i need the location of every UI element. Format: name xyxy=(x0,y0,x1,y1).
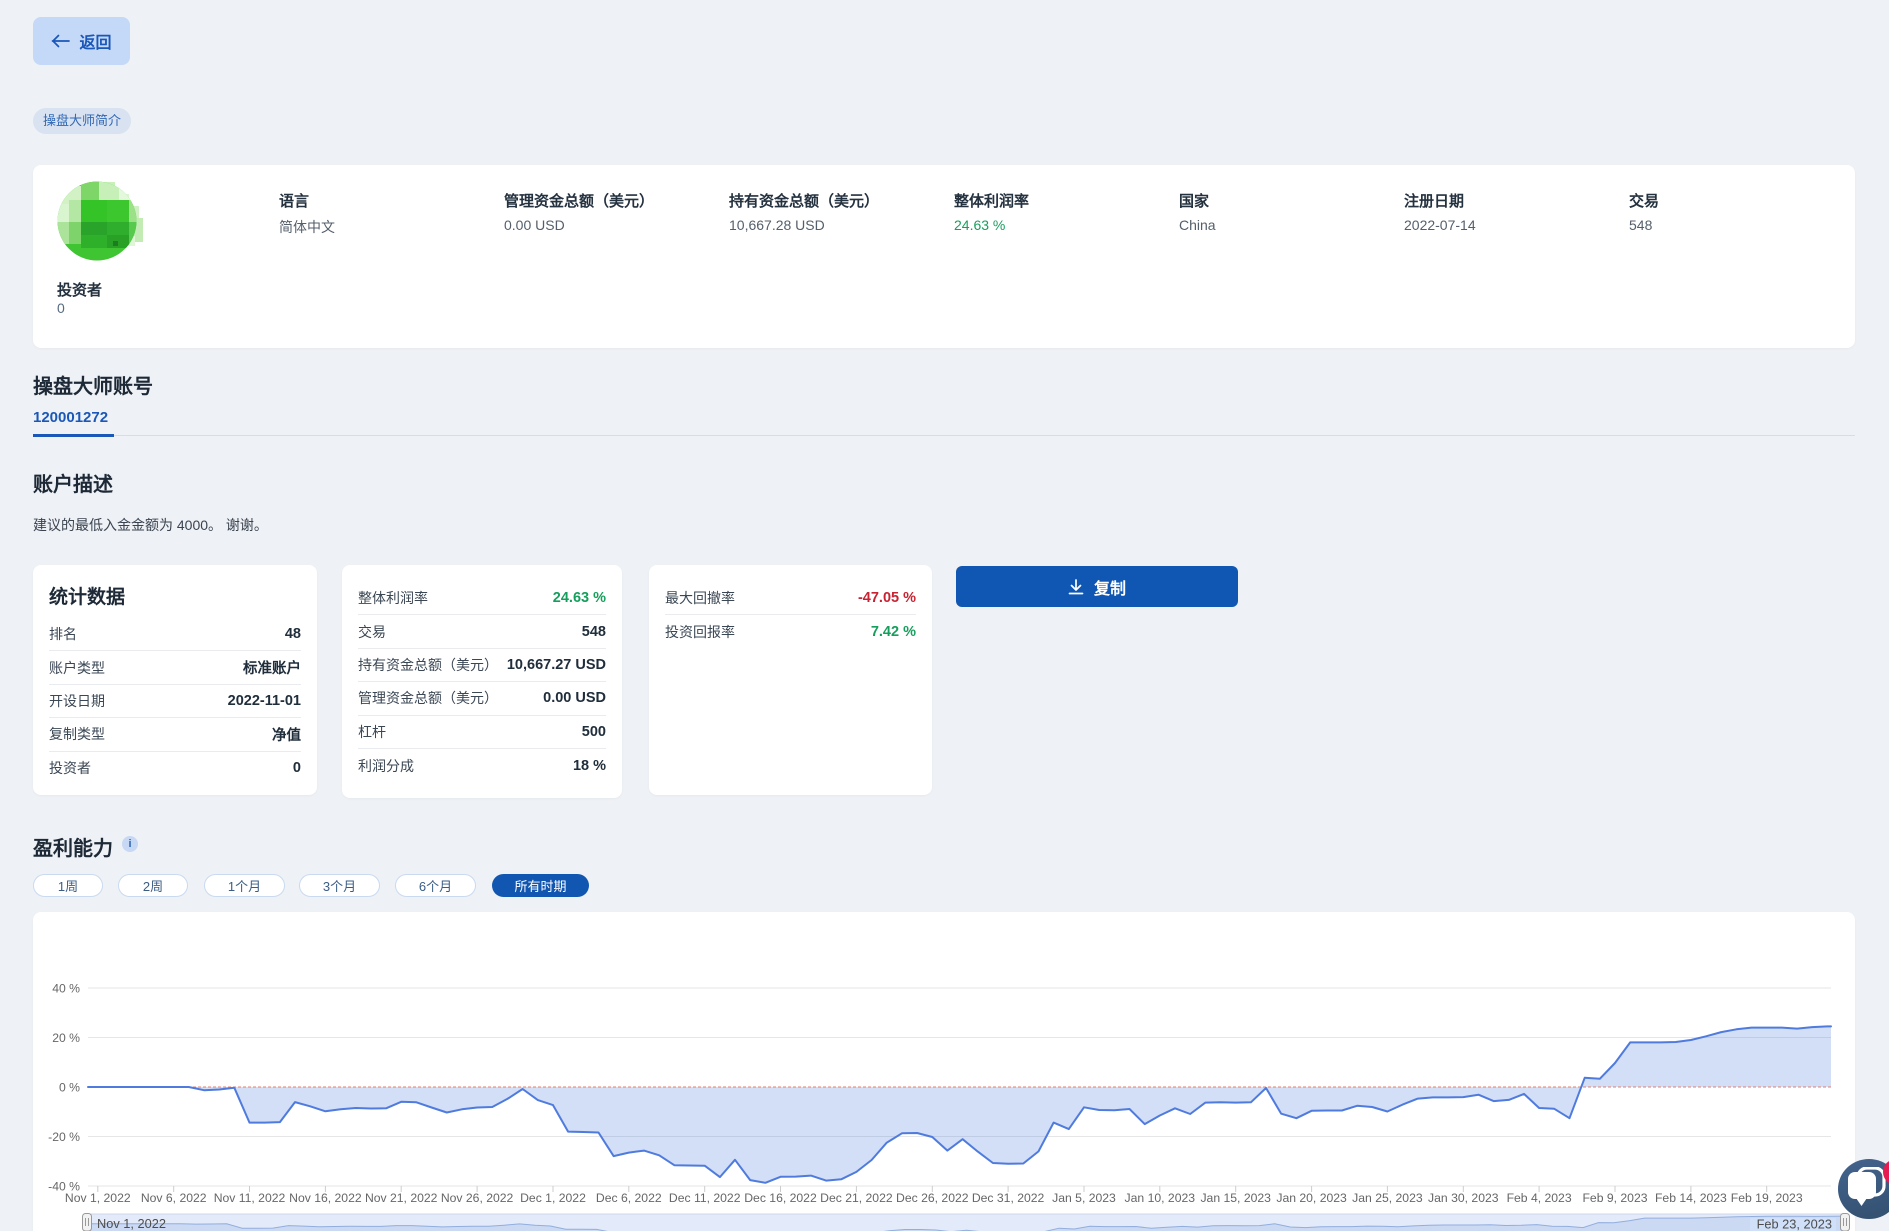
svg-text:Feb 19, 2023: Feb 19, 2023 xyxy=(1731,1191,1803,1205)
svg-text:Feb 23, 2023: Feb 23, 2023 xyxy=(1757,1217,1832,1231)
svg-text:Feb 9, 2023: Feb 9, 2023 xyxy=(1582,1191,1647,1205)
svg-text:Dec 16, 2022: Dec 16, 2022 xyxy=(744,1191,817,1205)
svg-text:Jan 10, 2023: Jan 10, 2023 xyxy=(1125,1191,1196,1205)
svg-text:Jan 25, 2023: Jan 25, 2023 xyxy=(1352,1191,1423,1205)
svg-text:Jan 20, 2023: Jan 20, 2023 xyxy=(1276,1191,1347,1205)
svg-text:Nov 11, 2022: Nov 11, 2022 xyxy=(214,1191,286,1205)
svg-text:Feb 4, 2023: Feb 4, 2023 xyxy=(1507,1191,1572,1205)
svg-text:Nov 6, 2022: Nov 6, 2022 xyxy=(141,1191,207,1205)
svg-text:Jan 5, 2023: Jan 5, 2023 xyxy=(1052,1191,1116,1205)
svg-text:Dec 26, 2022: Dec 26, 2022 xyxy=(896,1191,969,1205)
svg-text:Dec 21, 2022: Dec 21, 2022 xyxy=(820,1191,893,1205)
svg-text:Dec 1, 2022: Dec 1, 2022 xyxy=(520,1191,586,1205)
svg-text:Nov 26, 2022: Nov 26, 2022 xyxy=(441,1191,514,1205)
svg-text:Nov 16, 2022: Nov 16, 2022 xyxy=(289,1191,362,1205)
svg-text:Dec 6, 2022: Dec 6, 2022 xyxy=(596,1191,662,1205)
svg-text:Dec 31, 2022: Dec 31, 2022 xyxy=(972,1191,1045,1205)
svg-text:Nov 21, 2022: Nov 21, 2022 xyxy=(365,1191,438,1205)
svg-text:-20 %: -20 % xyxy=(48,1130,80,1144)
svg-text:40 %: 40 % xyxy=(52,982,80,996)
svg-text:Feb 14, 2023: Feb 14, 2023 xyxy=(1655,1191,1727,1205)
svg-text:Nov 1, 2022: Nov 1, 2022 xyxy=(97,1216,166,1231)
svg-text:20 %: 20 % xyxy=(52,1031,80,1045)
svg-text:Dec 11, 2022: Dec 11, 2022 xyxy=(669,1191,741,1205)
svg-text:0 %: 0 % xyxy=(59,1081,80,1095)
svg-text:Jan 30, 2023: Jan 30, 2023 xyxy=(1428,1191,1499,1205)
svg-text:Nov 1, 2022: Nov 1, 2022 xyxy=(65,1191,131,1205)
svg-text:Jan 15, 2023: Jan 15, 2023 xyxy=(1200,1191,1271,1205)
